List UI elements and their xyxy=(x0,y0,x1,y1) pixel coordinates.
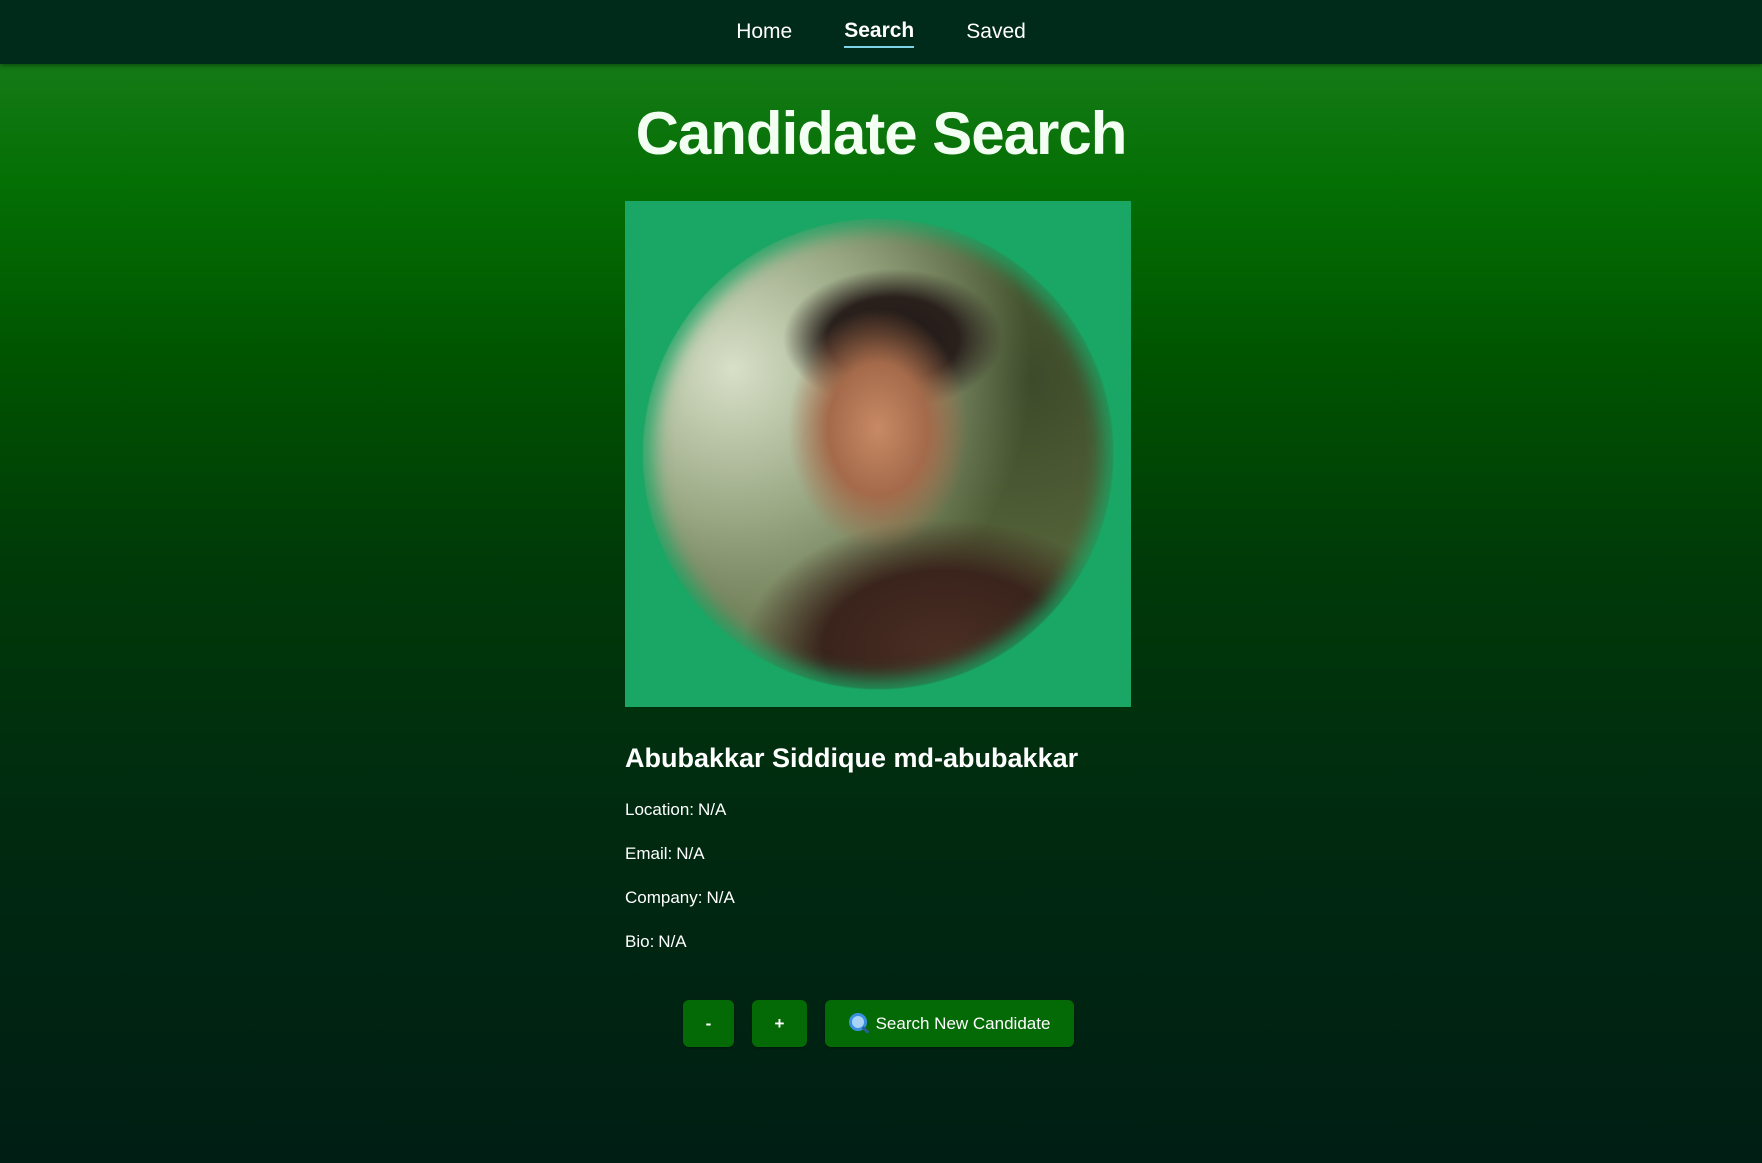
email-value: N/A xyxy=(676,844,705,863)
search-new-candidate-label: Search New Candidate xyxy=(875,1013,1051,1033)
avatar-frame xyxy=(625,201,1131,707)
location-label: Location: xyxy=(625,800,694,819)
company-label: Company: xyxy=(625,888,703,907)
candidate-bio: Bio: N/A xyxy=(625,931,1131,953)
candidate-avatar xyxy=(643,219,1113,689)
company-value: N/A xyxy=(706,888,735,907)
nav-home-link[interactable]: Home xyxy=(736,18,792,47)
search-new-candidate-button[interactable]: Search New Candidate xyxy=(825,1000,1074,1047)
nav-saved-link[interactable]: Saved xyxy=(966,18,1026,47)
candidate-company: Company: N/A xyxy=(625,887,1131,909)
location-value: N/A xyxy=(698,800,727,819)
bio-value: N/A xyxy=(658,932,687,951)
action-buttons: - + Search New Candidate xyxy=(683,1000,1074,1047)
candidate-name: Abubakkar Siddique md-abubakkar xyxy=(625,743,1079,773)
nav-search-link[interactable]: Search xyxy=(844,17,915,48)
email-label: Email: xyxy=(625,844,673,863)
magnifier-icon xyxy=(848,1012,867,1031)
candidate-card: Abubakkar Siddique md-abubakkar Location… xyxy=(625,201,1131,953)
reject-button[interactable]: - xyxy=(683,1000,734,1047)
bio-label: Bio: xyxy=(625,932,655,951)
save-candidate-button[interactable]: + xyxy=(752,1000,807,1047)
page-title: Candidate Search xyxy=(635,100,1128,167)
top-nav: Home Search Saved xyxy=(0,0,1762,64)
candidate-location: Location: N/A xyxy=(625,799,1131,821)
candidate-email: Email: N/A xyxy=(625,843,1131,865)
